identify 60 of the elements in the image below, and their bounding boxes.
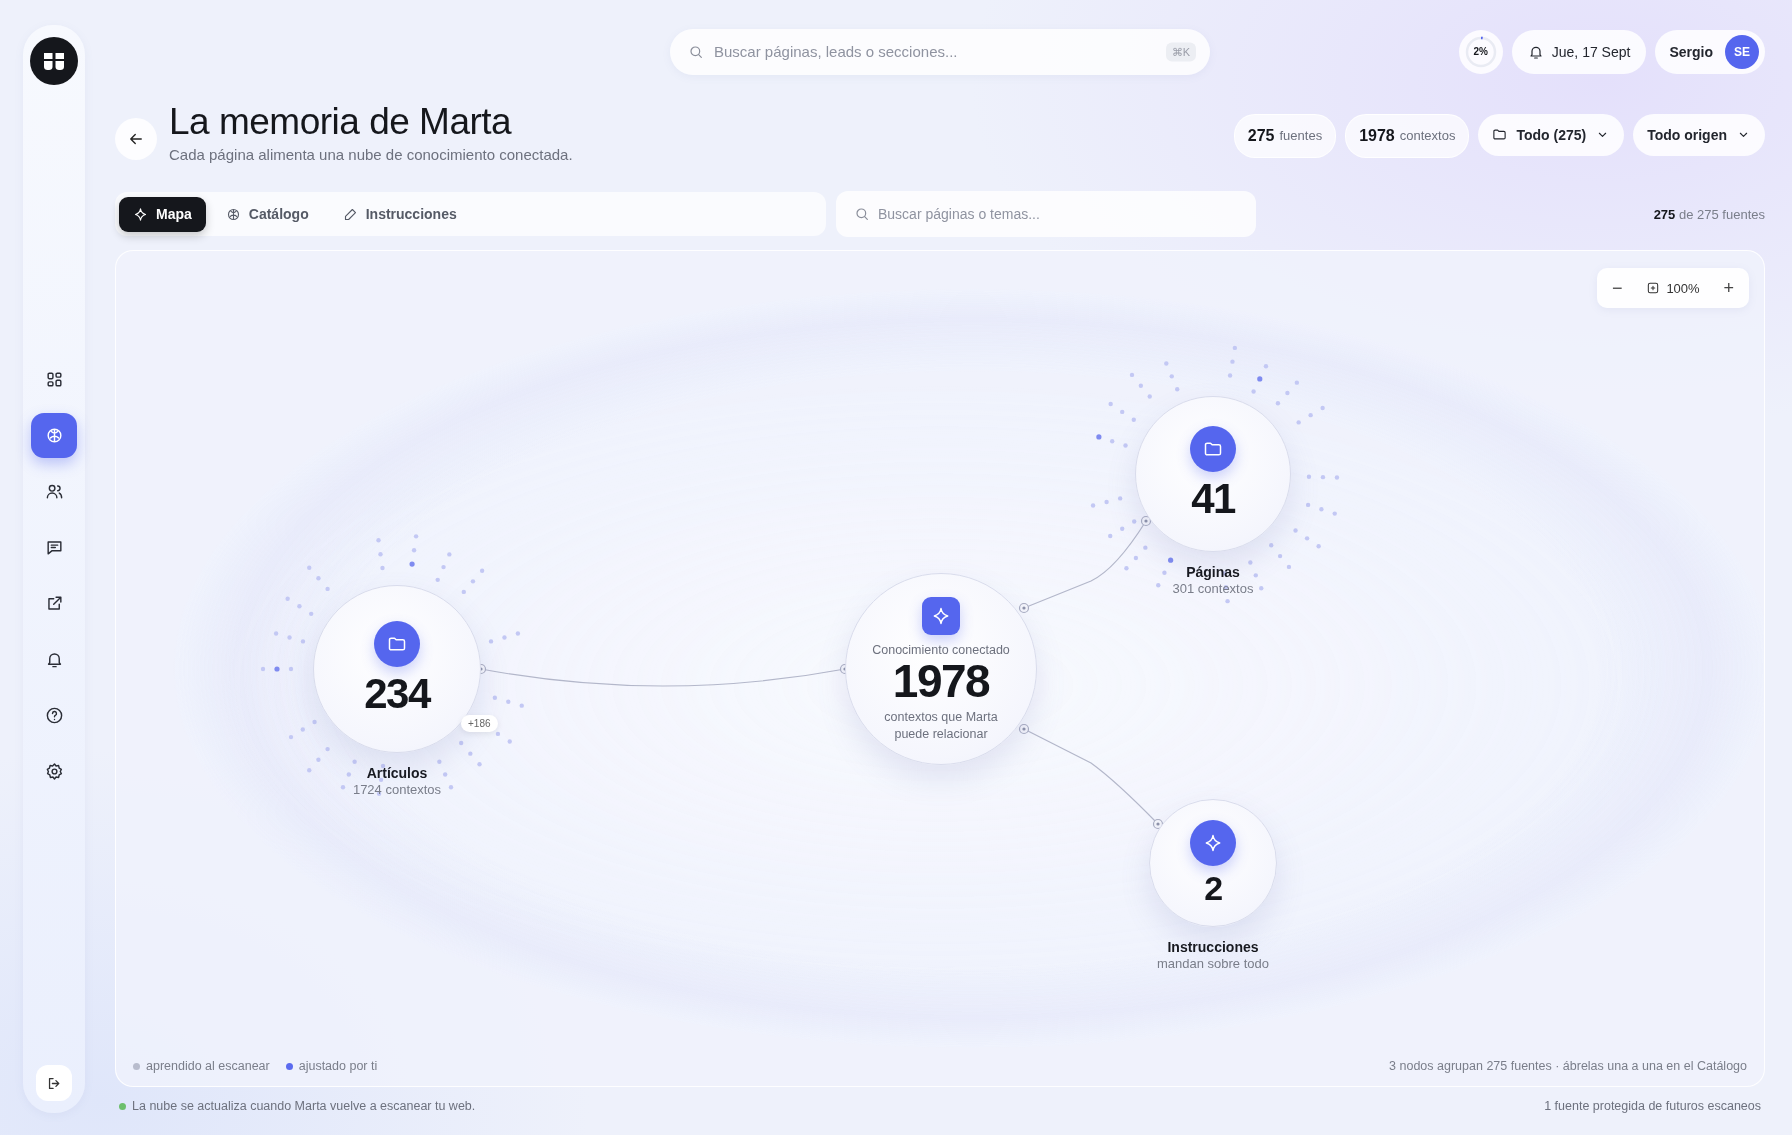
node-count: 2 [1204, 869, 1222, 908]
chat-icon [44, 538, 64, 557]
overflow-count: +186 [461, 715, 498, 733]
folder-icon [1492, 127, 1508, 143]
node-caption: Conocimiento conectado [872, 642, 1010, 657]
dashboard-icon [44, 370, 64, 389]
node-subtitle: mandan sobre todo [1157, 956, 1269, 972]
filter-dropdown[interactable]: Todo origen [1633, 114, 1765, 156]
logo-icon [30, 37, 78, 85]
sparkle-icon [1203, 832, 1223, 853]
search-field[interactable]: Buscar páginas o temas... [836, 191, 1256, 238]
node-label: Artículos [366, 765, 428, 782]
sidebar-item[interactable] [31, 413, 77, 458]
sparkle-icon [931, 605, 951, 626]
node-subtitle: 1724 contextos [352, 782, 442, 798]
legend-label: ajustado por ti [298, 1059, 378, 1073]
brain-icon [225, 206, 241, 222]
result-count: 275 de 275 fuentes [1653, 206, 1765, 222]
back-button[interactable] [115, 118, 157, 160]
filter-dropdown[interactable]: Todo (275) [1478, 114, 1625, 156]
node-label: Páginas [1186, 564, 1240, 581]
map-summary: 3 nodos agrupan 275 fuentes · ábrelas una a una en el Catálogo [1389, 1059, 1747, 1073]
legend-label: aprendido al escanear [146, 1059, 270, 1073]
avatar: SE [1725, 35, 1759, 69]
date-button[interactable]: Jue, 17 Sept [1511, 30, 1647, 74]
zoom-out-button[interactable]: − [1605, 277, 1629, 299]
pencil-icon [342, 206, 358, 222]
node-count: 1978 [892, 656, 990, 706]
search-icon [688, 44, 704, 60]
page-subtitle: Cada página alimenta una nube de conocimiento conectada. [169, 146, 573, 164]
tab[interactable]: Catálogo [211, 196, 323, 232]
cluster-node[interactable]: 2 [1149, 799, 1277, 928]
tab[interactable]: Mapa [119, 196, 206, 232]
settings-icon [44, 762, 64, 781]
node-subtitle: contextos que Marta puede relacionar [883, 709, 999, 742]
footer-note: 1 fuente protegida de futuros escaneos [1544, 1099, 1761, 1113]
status-dot [119, 1102, 126, 1110]
brain-icon [44, 426, 64, 445]
sparkle-icon [133, 206, 148, 222]
node-count: 234 [364, 671, 430, 718]
shortcut-hint: ⌘K [1165, 42, 1196, 62]
page-title: La memoria de Marta [169, 100, 513, 144]
user-menu[interactable]: Sergio SE [1655, 30, 1765, 74]
stat-chip: 275 fuentes [1233, 114, 1337, 158]
stat-chip: 1978 contextos [1345, 114, 1470, 158]
help-icon [44, 706, 64, 725]
status-text: La nube se actualiza cuando Marta vuelve a escanear tu web. [132, 1099, 476, 1113]
users-icon [44, 482, 64, 501]
tab[interactable]: Instrucciones [328, 196, 471, 232]
zoom-level: 100% [1666, 280, 1700, 296]
node-subtitle: 301 contextos [1172, 581, 1254, 597]
zoom-in-button[interactable]: + [1717, 277, 1741, 299]
progress-text: 2% [1472, 45, 1489, 60]
node-count: 41 [1191, 476, 1235, 523]
node-label: Instrucciones [1167, 939, 1259, 956]
fit-icon [1646, 281, 1661, 296]
cluster-node[interactable]: Conocimiento conectado 1978 contextos que Marta puede relacionar [845, 573, 1037, 766]
logout-button[interactable] [36, 1065, 72, 1101]
cluster-node[interactable]: 41 [1135, 396, 1291, 553]
search-icon [854, 206, 870, 223]
